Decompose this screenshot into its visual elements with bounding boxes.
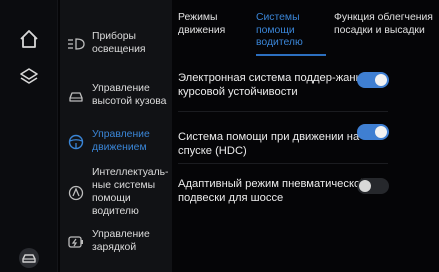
- sidebar-item-driver-assist[interactable]: Интеллектуаль-ные системы помощи водител…: [60, 164, 172, 222]
- vehicle-button[interactable]: [14, 243, 44, 272]
- tab-driver-assist-systems[interactable]: Системы помощи водителю: [256, 12, 330, 50]
- tab-easy-entry-exit[interactable]: Функция облегчения посадки и высадки: [334, 12, 438, 37]
- vehicle-icon: [19, 248, 39, 268]
- charging-icon: [60, 236, 92, 248]
- sidebar-item-driving-control[interactable]: Управление движением: [60, 126, 172, 158]
- settings-sidebar: Приборы освещения Управление высотой куз…: [60, 0, 172, 272]
- tab-driving-modes[interactable]: Режимы движения: [178, 12, 250, 37]
- stability-control-toggle[interactable]: [357, 72, 389, 88]
- sidebar-item-label: Управление высотой кузова: [92, 83, 167, 107]
- active-tab-indicator: [256, 54, 326, 56]
- home-button[interactable]: [14, 24, 44, 54]
- lighting-icon: [60, 37, 92, 51]
- sidebar-item-label: Управление движением: [92, 129, 150, 153]
- steering-wheel-icon: [60, 134, 92, 150]
- sidebar-item-body-height[interactable]: Управление высотой кузова: [60, 72, 172, 120]
- tab-bar: Режимы движения Системы помощи водителю …: [172, 0, 439, 62]
- setting-label-air-suspension-highway: Адаптивный режим пневматической подвески…: [178, 178, 367, 204]
- divider: [178, 163, 388, 164]
- left-rail: [0, 0, 58, 272]
- home-icon: [20, 30, 38, 48]
- layers-button[interactable]: [14, 62, 44, 92]
- setting-label-stability-control: Электронная система поддер-жания курсово…: [178, 72, 368, 98]
- toggle-knob: [375, 74, 387, 86]
- hill-descent-toggle[interactable]: [357, 124, 389, 140]
- sidebar-item-charging[interactable]: Управление зарядкой: [60, 226, 172, 258]
- toggle-knob: [375, 126, 387, 138]
- sidebar-item-label: Управление зарядкой: [92, 229, 150, 253]
- sidebar-item-label: Приборы освещения: [92, 31, 146, 55]
- car-height-icon: [60, 89, 92, 103]
- sidebar-item-label: Интеллектуаль-ные системы помощи водител…: [92, 167, 169, 217]
- air-suspension-highway-toggle[interactable]: [357, 178, 389, 194]
- setting-label-hill-descent: Система помощи при движении на спуске (H…: [178, 131, 360, 157]
- vehicle-settings-screen: Приборы освещения Управление высотой куз…: [0, 0, 439, 272]
- layers-icon: [20, 68, 38, 84]
- toggle-knob: [359, 180, 371, 192]
- sidebar-item-lighting[interactable]: Приборы освещения: [60, 28, 172, 60]
- divider: [178, 111, 388, 112]
- driver-assist-icon: [60, 185, 92, 201]
